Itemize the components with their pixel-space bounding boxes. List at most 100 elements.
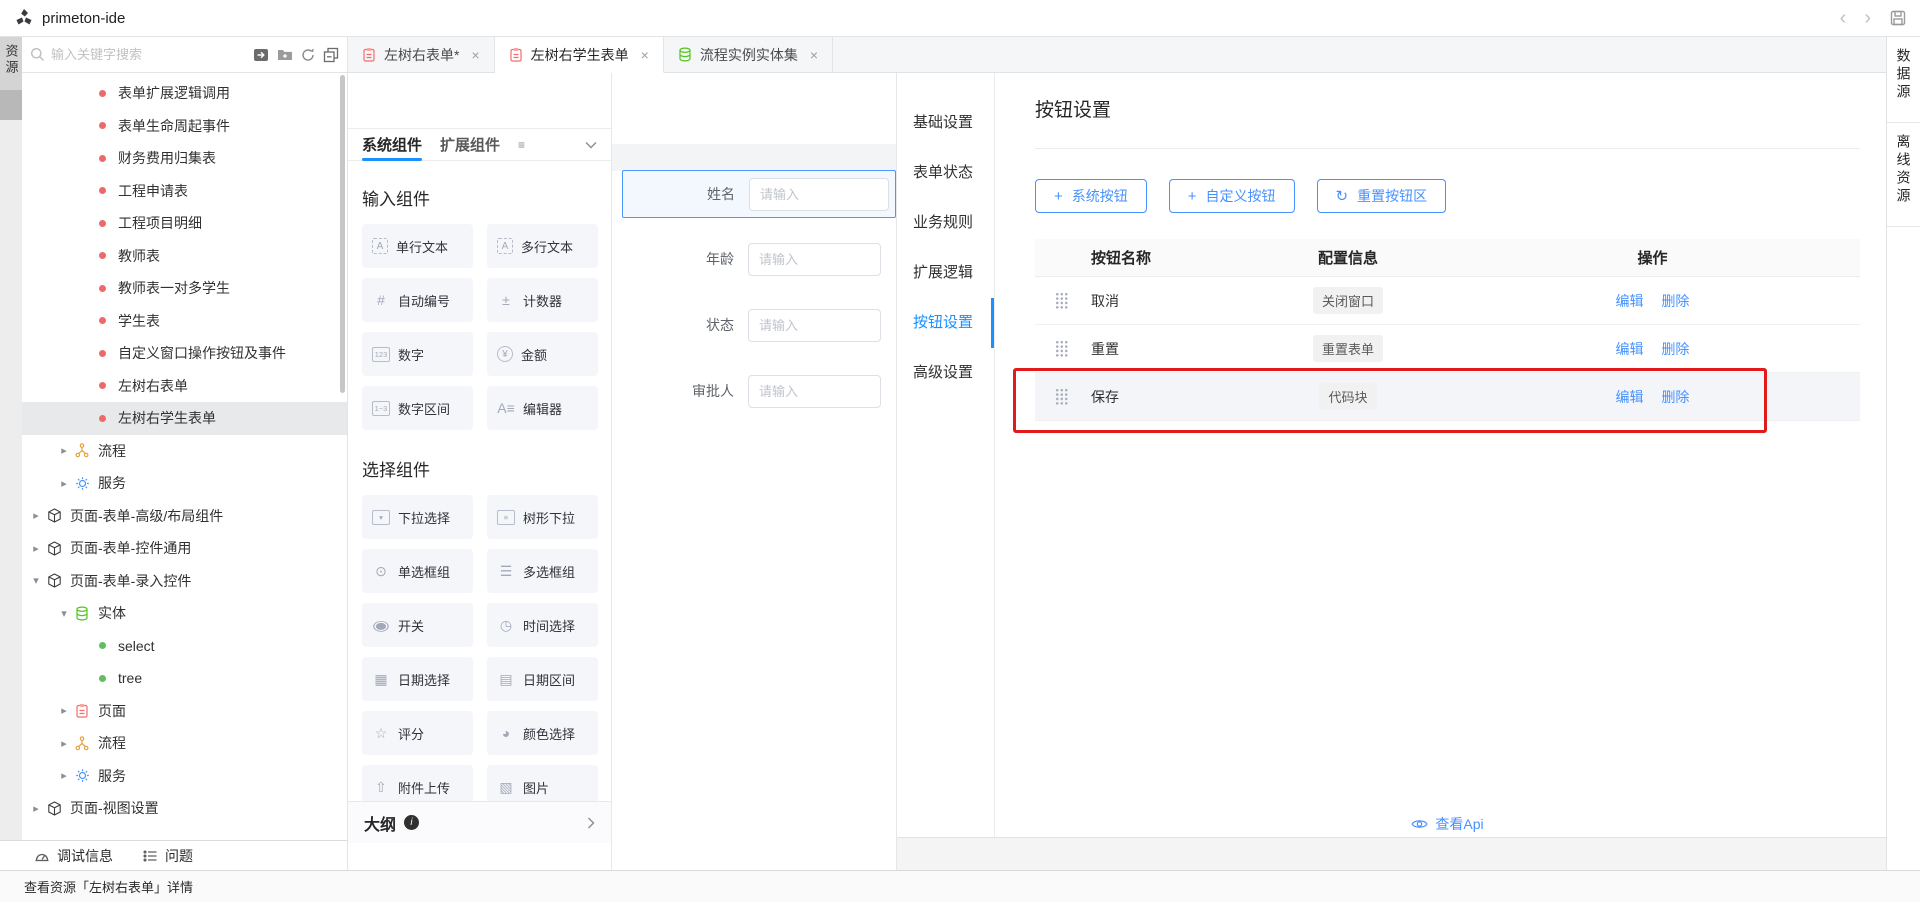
- delete-link[interactable]: 删除: [1661, 389, 1689, 405]
- back-arrow-icon[interactable]: ‹: [1831, 8, 1856, 28]
- drag-handle-icon[interactable]: [1055, 292, 1068, 309]
- settings-nav-item[interactable]: 基础设置: [897, 98, 994, 148]
- tree-item[interactable]: 实体: [22, 597, 347, 630]
- tree-item[interactable]: 服务: [22, 467, 347, 500]
- palette-item[interactable]: ☰ 多选框组: [487, 549, 598, 593]
- field-input[interactable]: [748, 309, 881, 342]
- form-field-row[interactable]: 年龄: [622, 242, 896, 276]
- tree-item[interactable]: 页面-表单-高级/布局组件: [22, 500, 347, 533]
- settings-nav-item[interactable]: 高级设置: [897, 348, 994, 398]
- drag-handle-icon[interactable]: [1055, 340, 1068, 357]
- expand-arrow-icon[interactable]: [56, 769, 72, 782]
- expand-arrow-icon[interactable]: [28, 542, 44, 555]
- delete-link[interactable]: 删除: [1661, 293, 1689, 309]
- palette-item[interactable]: ± 计数器: [487, 278, 598, 322]
- tree-item[interactable]: 流程: [22, 727, 347, 760]
- tree-item[interactable]: tree: [22, 662, 347, 695]
- save-icon[interactable]: [1890, 10, 1906, 26]
- editor-tab[interactable]: 流程实例实体集 ×: [664, 37, 833, 72]
- tree-item[interactable]: 左树右学生表单: [22, 402, 347, 435]
- expand-arrow-icon[interactable]: [56, 737, 72, 750]
- refresh-icon[interactable]: [300, 47, 316, 63]
- palette-item[interactable]: A 单行文本: [362, 224, 473, 268]
- new-folder-icon[interactable]: [277, 47, 293, 62]
- palette-tab[interactable]: 扩展组件: [440, 129, 500, 160]
- palette-tab[interactable]: 系统组件: [362, 129, 422, 160]
- tree-item[interactable]: 左树右表单: [22, 370, 347, 403]
- tree-item[interactable]: 教师表: [22, 240, 347, 273]
- tree-item[interactable]: 自定义窗口操作按钮及事件: [22, 337, 347, 370]
- form-field-row[interactable]: 状态: [622, 308, 896, 342]
- tree-item[interactable]: 页面-表单-录入控件: [22, 565, 347, 598]
- delete-link[interactable]: 删除: [1661, 341, 1689, 357]
- field-input[interactable]: [748, 375, 881, 408]
- tab-close-icon[interactable]: ×: [641, 47, 649, 63]
- palette-menu-icon[interactable]: ≡: [518, 138, 525, 152]
- palette-item[interactable]: ▤ 日期区间: [487, 657, 598, 701]
- right-dock-tab[interactable]: 数据源: [1887, 37, 1920, 123]
- palette-item[interactable]: ◷ 时间选择: [487, 603, 598, 647]
- palette-item[interactable]: A 多行文本: [487, 224, 598, 268]
- chevron-down-icon[interactable]: [585, 141, 597, 149]
- tree-item[interactable]: 服务: [22, 760, 347, 793]
- view-api-link[interactable]: 查看Api: [1411, 814, 1483, 834]
- palette-item[interactable]: 123 数字: [362, 332, 473, 376]
- settings-nav-item[interactable]: 业务规则: [897, 198, 994, 248]
- tree-item[interactable]: 教师表一对多学生: [22, 272, 347, 305]
- palette-item[interactable]: ☆ 评分: [362, 711, 473, 755]
- palette-item[interactable]: A≡ 编辑器: [487, 386, 598, 430]
- palette-item[interactable]: ¥ 金额: [487, 332, 598, 376]
- tree-item[interactable]: 学生表: [22, 305, 347, 338]
- tree-item[interactable]: select: [22, 630, 347, 663]
- right-dock-tab[interactable]: 离线资源: [1887, 123, 1920, 227]
- collapse-all-icon[interactable]: [323, 47, 339, 63]
- tree-item[interactable]: 页面: [22, 695, 347, 728]
- settings-nav-item[interactable]: 表单状态: [897, 148, 994, 198]
- field-input[interactable]: [748, 243, 881, 276]
- search-input[interactable]: [51, 47, 253, 62]
- expand-arrow-icon[interactable]: [56, 607, 72, 620]
- palette-item[interactable]: ▦ 日期选择: [362, 657, 473, 701]
- tab-close-icon[interactable]: ×: [471, 47, 479, 63]
- tree-item[interactable]: 表单扩展逻辑调用: [22, 77, 347, 110]
- forward-arrow-icon[interactable]: ›: [1855, 8, 1880, 28]
- palette-item[interactable]: # 自动编号: [362, 278, 473, 322]
- settings-nav-item[interactable]: 扩展逻辑: [897, 248, 994, 298]
- add-button[interactable]: + 自定义按钮: [1169, 179, 1295, 213]
- tree-item[interactable]: 流程: [22, 435, 347, 468]
- outline-bar[interactable]: 大纲 i: [348, 801, 611, 843]
- expand-arrow-icon[interactable]: [56, 477, 72, 490]
- import-resource-icon[interactable]: [253, 47, 270, 63]
- chevron-right-icon[interactable]: [587, 817, 595, 829]
- tree-item[interactable]: 页面-视图设置: [22, 792, 347, 825]
- tree-item[interactable]: 表单生命周起事件: [22, 110, 347, 143]
- palette-item[interactable]: 1~3 数字区间: [362, 386, 473, 430]
- tree-item[interactable]: 工程项目明细: [22, 207, 347, 240]
- form-field-row[interactable]: 审批人: [622, 374, 896, 408]
- palette-item[interactable]: ◕ 颜色选择: [487, 711, 598, 755]
- field-input[interactable]: [749, 178, 889, 211]
- expand-arrow-icon[interactable]: [28, 802, 44, 815]
- form-field-row[interactable]: 姓名: [622, 170, 896, 218]
- drag-handle-icon[interactable]: [1055, 388, 1068, 405]
- palette-item[interactable]: ⊙ 单选框组: [362, 549, 473, 593]
- tree-item[interactable]: 财务费用归集表: [22, 142, 347, 175]
- edit-link[interactable]: 编辑: [1616, 293, 1644, 309]
- palette-item[interactable]: ◉ 开关: [362, 603, 473, 647]
- settings-nav-item[interactable]: 按钮设置: [897, 298, 994, 348]
- edit-link[interactable]: 编辑: [1616, 389, 1644, 405]
- expand-arrow-icon[interactable]: [56, 704, 72, 717]
- tree-scrollbar[interactable]: [340, 75, 345, 393]
- palette-item[interactable]: ▾ 下拉选择: [362, 495, 473, 539]
- palette-item[interactable]: ≡ 树形下拉: [487, 495, 598, 539]
- expand-arrow-icon[interactable]: [28, 509, 44, 522]
- edit-link[interactable]: 编辑: [1616, 341, 1644, 357]
- debug-info-button[interactable]: 调试信息: [34, 846, 113, 866]
- expand-arrow-icon[interactable]: [56, 444, 72, 457]
- tab-close-icon[interactable]: ×: [810, 47, 818, 63]
- dock-handle[interactable]: [0, 90, 22, 120]
- resources-vertical-tab[interactable]: 资源: [0, 37, 22, 90]
- editor-tab[interactable]: 左树右学生表单 ×: [495, 37, 664, 73]
- add-button[interactable]: ↻ 重置按钮区: [1317, 179, 1447, 213]
- editor-tab[interactable]: 左树右表单* ×: [348, 37, 495, 72]
